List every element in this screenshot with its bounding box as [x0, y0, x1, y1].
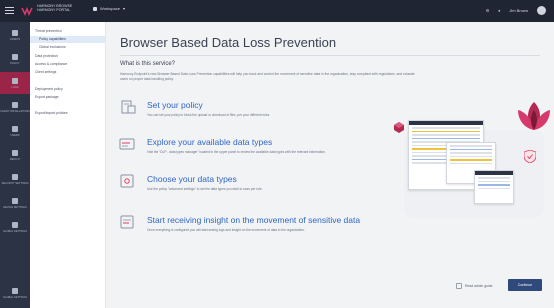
grid-icon — [12, 29, 18, 36]
subnav-item-deployment-policy[interactable]: Deployment policy — [30, 86, 106, 93]
screenshot-line — [412, 127, 480, 129]
settings-icon — [12, 221, 18, 228]
feature-description: Once everything is configured you will s… — [147, 228, 305, 232]
main-content: Browser Based Data Loss Prevention What … — [106, 22, 554, 308]
dlp-illustration — [394, 100, 550, 225]
security-icon — [12, 173, 18, 180]
rail-label: CLIENT INSTALLATIONS — [0, 109, 30, 113]
rail-item-device[interactable]: DEVICE SETTINGS — [0, 192, 30, 214]
feature-description: Visit the "DLP - data types manager" loc… — [147, 150, 326, 154]
avatar[interactable] — [537, 6, 546, 15]
notifications-icon[interactable]: ♦ — [498, 8, 500, 13]
screenshot-line — [450, 162, 492, 164]
user-name[interactable]: Jim Brown — [509, 8, 528, 13]
rail-item-assets[interactable]: ASSETS — [0, 24, 30, 46]
rail-label: LOGS — [11, 85, 19, 89]
subnav-item-export-package[interactable]: Export package — [30, 94, 106, 101]
brand-line-2: HARMONY PORTAL — [37, 8, 71, 13]
gear-icon[interactable]: ⚙ — [486, 8, 490, 13]
subnav-item-access-compliance[interactable]: Access & compliance — [30, 61, 106, 68]
data-types-icon — [119, 138, 135, 150]
client-icon — [12, 101, 18, 108]
top-bar: HARMONY BROWSE HARMONY PORTAL Workspace … — [0, 0, 554, 22]
subnav-item-global-exclusions[interactable]: Global exclusions — [30, 44, 106, 51]
page-title: Browser Based Data Loss Prevention — [120, 35, 337, 50]
policy-doc-icon — [121, 100, 136, 114]
read-admin-guide-link[interactable]: Read admin guide — [456, 280, 502, 291]
screenshot-line — [450, 148, 492, 150]
logs-icon — [12, 77, 18, 84]
subnav-item-threat-prevention[interactable]: Threat prevention — [30, 28, 106, 35]
rail-label: SECURITY SETTINGS — [1, 181, 29, 185]
screenshot-logs — [474, 170, 514, 204]
brand-name: HARMONY BROWSE HARMONY PORTAL — [37, 4, 75, 12]
harmony-lotus-icon — [518, 102, 550, 130]
top-right-controls: ⚙ ♦ Jim Brown — [486, 6, 546, 15]
chevron-down-icon: ▾ — [122, 6, 125, 11]
subnav-item-policy-capabilities[interactable]: Policy capabilities — [30, 36, 106, 43]
screenshot-header — [475, 171, 513, 175]
policy-icon — [12, 53, 18, 60]
rail-item-deploy[interactable]: DEPLOY — [0, 144, 30, 166]
screenshot-line — [450, 155, 492, 157]
menu-icon[interactable] — [5, 7, 14, 14]
feature-description: Use the policy "advanced settings" to se… — [147, 187, 263, 191]
screenshot-line — [412, 134, 480, 136]
rail-label: DEVICE SETTINGS — [3, 205, 27, 209]
rail-label: GLOBAL SETTINGS — [3, 229, 27, 233]
rail-label: ASSETS — [9, 37, 21, 41]
feature-title: Set your policy — [147, 100, 203, 110]
continue-button[interactable]: Continue — [508, 279, 542, 291]
device-icon — [12, 197, 18, 204]
settings-doc-icon — [120, 174, 134, 188]
policy-subnav: Threat prevention Policy capabilities Gl… — [30, 22, 106, 308]
rail-item-security[interactable]: SECURITY SETTINGS — [0, 168, 30, 190]
users-icon — [12, 125, 18, 132]
cube-icon — [394, 122, 404, 133]
title-divider — [120, 55, 540, 56]
rail-item-settings[interactable]: GLOBAL SETTINGS — [0, 216, 30, 238]
rail-item-users[interactable]: USERS — [0, 120, 30, 142]
subnav-item-data-protection[interactable]: Data protection — [30, 53, 106, 60]
screenshot-line — [478, 187, 510, 189]
book-icon — [456, 282, 462, 289]
workspace-icon — [93, 6, 97, 11]
workspace-selector[interactable]: Workspace ▾ — [93, 6, 125, 11]
shield-check-icon — [524, 150, 536, 163]
deploy-icon — [12, 149, 18, 156]
rail-item-policy[interactable]: POLICY — [0, 48, 30, 70]
section-heading: What is this service? — [120, 61, 176, 67]
intro-text: Harmony Endpoint's new Browser Based Dat… — [120, 72, 415, 81]
screenshot-line — [478, 180, 510, 182]
feature-description: You can set your policy to block the upl… — [147, 113, 271, 117]
screenshot-line — [450, 145, 492, 147]
screenshot-line — [450, 159, 492, 161]
rail-item-logs[interactable]: LOGS — [0, 72, 30, 94]
insight-icon — [120, 215, 134, 229]
harmony-logo-icon — [21, 6, 33, 16]
rail-label: POLICY — [10, 61, 20, 65]
screenshot-line — [478, 184, 510, 186]
rail-item-global-settings[interactable]: GLOBAL SETTINGS — [0, 282, 30, 304]
workspace-label: Workspace — [100, 6, 120, 11]
screenshot-line — [450, 152, 492, 154]
guide-label: Read admin guide — [465, 283, 493, 288]
rail-item-client[interactable]: CLIENT INSTALLATIONS — [0, 96, 30, 118]
feature-title: Explore your available data types — [147, 137, 273, 147]
screenshot-line — [412, 137, 480, 139]
screenshot-line — [478, 177, 510, 179]
rail-label: DEPLOY — [9, 157, 21, 161]
main-nav-rail: ASSETS POLICY LOGS CLIENT INSTALLATIONS … — [0, 22, 30, 308]
rail-label: GLOBAL SETTINGS — [3, 295, 27, 299]
gear-icon — [12, 287, 18, 294]
feature-title: Start receiving insight on the movement … — [147, 215, 361, 225]
rail-label: USERS — [10, 133, 20, 137]
feature-title: Choose your data types — [147, 174, 237, 184]
screenshot-header — [409, 121, 483, 125]
subnav-item-export-import-policies[interactable]: Export/Import policies — [30, 110, 106, 117]
subnav-item-client-settings[interactable]: Client settings — [30, 69, 106, 76]
screenshot-line — [412, 130, 480, 132]
